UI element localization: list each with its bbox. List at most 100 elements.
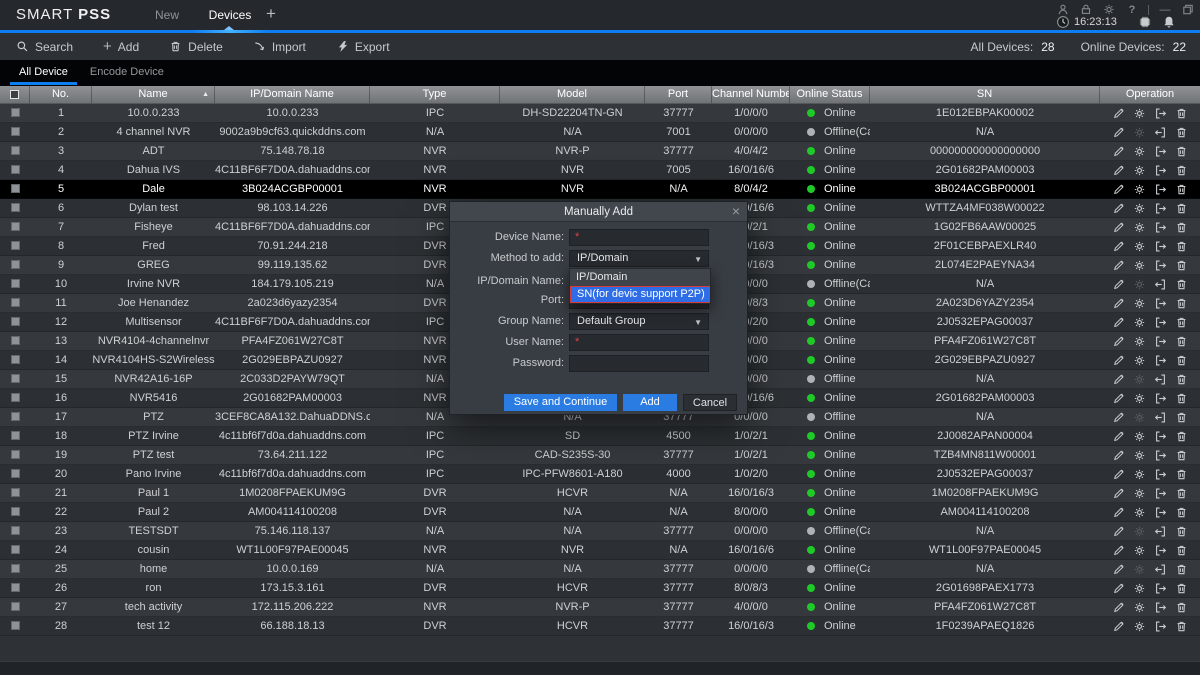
row-checkbox[interactable]: [11, 583, 20, 592]
row-checkbox[interactable]: [11, 203, 20, 212]
edit-icon[interactable]: [1112, 525, 1125, 538]
edit-icon[interactable]: [1112, 126, 1125, 139]
row-checkbox[interactable]: [11, 127, 20, 136]
edit-icon[interactable]: [1112, 335, 1125, 348]
edit-icon[interactable]: [1112, 240, 1125, 253]
header-sn[interactable]: SN: [870, 86, 1100, 103]
device-config-icon[interactable]: [1133, 392, 1146, 405]
device-config-icon[interactable]: [1133, 297, 1146, 310]
logout-device-icon[interactable]: [1154, 145, 1167, 158]
device-config-icon[interactable]: [1133, 468, 1146, 481]
delete-device-icon[interactable]: [1175, 601, 1188, 614]
device-config-icon[interactable]: [1133, 506, 1146, 519]
edit-icon[interactable]: [1112, 468, 1125, 481]
header-model[interactable]: Model: [500, 86, 645, 103]
edit-icon[interactable]: [1112, 544, 1125, 557]
table-row[interactable]: 22 Paul 2 AM004114100208 DVR N/A N/A 8/0…: [0, 503, 1200, 522]
logout-device-icon[interactable]: [1154, 563, 1167, 576]
edit-icon[interactable]: [1112, 354, 1125, 367]
delete-device-icon[interactable]: [1175, 620, 1188, 633]
select-all-checkbox[interactable]: [0, 86, 30, 103]
device-config-icon[interactable]: [1133, 563, 1146, 576]
table-row[interactable]: 4 Dahua IVS 4C11BF6F7D0A.dahuaddns.com N…: [0, 161, 1200, 180]
device-config-icon[interactable]: [1133, 240, 1146, 253]
logout-device-icon[interactable]: [1154, 316, 1167, 329]
delete-device-icon[interactable]: [1175, 468, 1188, 481]
delete-device-icon[interactable]: [1175, 297, 1188, 310]
row-checkbox[interactable]: [11, 488, 20, 497]
table-row[interactable]: 27 tech activity 172.115.206.222 NVR NVR…: [0, 598, 1200, 617]
delete-button[interactable]: Delete: [169, 40, 223, 54]
device-config-icon[interactable]: [1133, 525, 1146, 538]
delete-device-icon[interactable]: [1175, 544, 1188, 557]
row-checkbox[interactable]: [11, 412, 20, 421]
edit-icon[interactable]: [1112, 582, 1125, 595]
table-row[interactable]: 20 Pano Irvine 4c11bf6f7d0a.dahuaddns.co…: [0, 465, 1200, 484]
dropdown-option-sn-p2p[interactable]: SN(for devic support P2P): [570, 286, 710, 303]
device-config-icon[interactable]: [1133, 145, 1146, 158]
search-button[interactable]: Search: [16, 40, 73, 54]
logout-device-icon[interactable]: [1154, 107, 1167, 120]
edit-icon[interactable]: [1112, 487, 1125, 500]
lock-icon[interactable]: [1079, 3, 1093, 16]
delete-device-icon[interactable]: [1175, 278, 1188, 291]
edit-icon[interactable]: [1112, 373, 1125, 386]
logout-device-icon[interactable]: [1154, 411, 1167, 424]
delete-device-icon[interactable]: [1175, 563, 1188, 576]
delete-device-icon[interactable]: [1175, 392, 1188, 405]
tab-encode-device[interactable]: Encode Device: [79, 60, 175, 86]
row-checkbox[interactable]: [11, 545, 20, 554]
logout-device-icon[interactable]: [1154, 620, 1167, 633]
row-checkbox[interactable]: [11, 241, 20, 250]
row-checkbox[interactable]: [11, 374, 20, 383]
logout-device-icon[interactable]: [1154, 240, 1167, 253]
logout-device-icon[interactable]: [1154, 354, 1167, 367]
logout-device-icon[interactable]: [1154, 525, 1167, 538]
method-to-add-select[interactable]: IP/Domain▼: [569, 250, 709, 267]
edit-icon[interactable]: [1112, 506, 1125, 519]
delete-device-icon[interactable]: [1175, 525, 1188, 538]
header-channel-number[interactable]: Channel Number: [712, 86, 790, 103]
logout-device-icon[interactable]: [1154, 430, 1167, 443]
header-type[interactable]: Type: [370, 86, 500, 103]
logout-device-icon[interactable]: [1154, 335, 1167, 348]
row-checkbox[interactable]: [11, 469, 20, 478]
delete-device-icon[interactable]: [1175, 221, 1188, 234]
row-checkbox[interactable]: [11, 184, 20, 193]
edit-icon[interactable]: [1112, 392, 1125, 405]
logout-device-icon[interactable]: [1154, 506, 1167, 519]
row-checkbox[interactable]: [11, 526, 20, 535]
logout-device-icon[interactable]: [1154, 582, 1167, 595]
header-ip-domain[interactable]: IP/Domain Name: [215, 86, 370, 103]
device-config-icon[interactable]: [1133, 164, 1146, 177]
device-config-icon[interactable]: [1133, 373, 1146, 386]
logout-device-icon[interactable]: [1154, 202, 1167, 215]
delete-device-icon[interactable]: [1175, 582, 1188, 595]
delete-device-icon[interactable]: [1175, 240, 1188, 253]
logout-device-icon[interactable]: [1154, 221, 1167, 234]
delete-device-icon[interactable]: [1175, 430, 1188, 443]
device-name-field[interactable]: *: [569, 229, 709, 246]
header-online-status[interactable]: Online Status: [790, 86, 870, 103]
table-row[interactable]: 24 cousin WT1L00F97PAE00045 NVR NVR N/A …: [0, 541, 1200, 560]
export-button[interactable]: Export: [336, 40, 390, 54]
delete-device-icon[interactable]: [1175, 183, 1188, 196]
header-no[interactable]: No.: [30, 86, 92, 103]
tab-new[interactable]: New: [143, 0, 191, 30]
delete-device-icon[interactable]: [1175, 354, 1188, 367]
edit-icon[interactable]: [1112, 107, 1125, 120]
device-config-icon[interactable]: [1133, 202, 1146, 215]
table-row[interactable]: 25 home 10.0.0.169 N/A N/A 37777 0/0/0/0…: [0, 560, 1200, 579]
dialog-close-icon[interactable]: ×: [732, 203, 740, 219]
table-row[interactable]: 23 TESTSDT 75.146.118.137 N/A N/A 37777 …: [0, 522, 1200, 541]
add-button-dialog[interactable]: Add: [623, 394, 677, 411]
logout-device-icon[interactable]: [1154, 278, 1167, 291]
delete-device-icon[interactable]: [1175, 202, 1188, 215]
logout-device-icon[interactable]: [1154, 164, 1167, 177]
table-row[interactable]: 26 ron 173.15.3.161 DVR HCVR 37777 8/0/8…: [0, 579, 1200, 598]
row-checkbox[interactable]: [11, 393, 20, 402]
logout-device-icon[interactable]: [1154, 183, 1167, 196]
logout-device-icon[interactable]: [1154, 297, 1167, 310]
edit-icon[interactable]: [1112, 259, 1125, 272]
delete-device-icon[interactable]: [1175, 449, 1188, 462]
